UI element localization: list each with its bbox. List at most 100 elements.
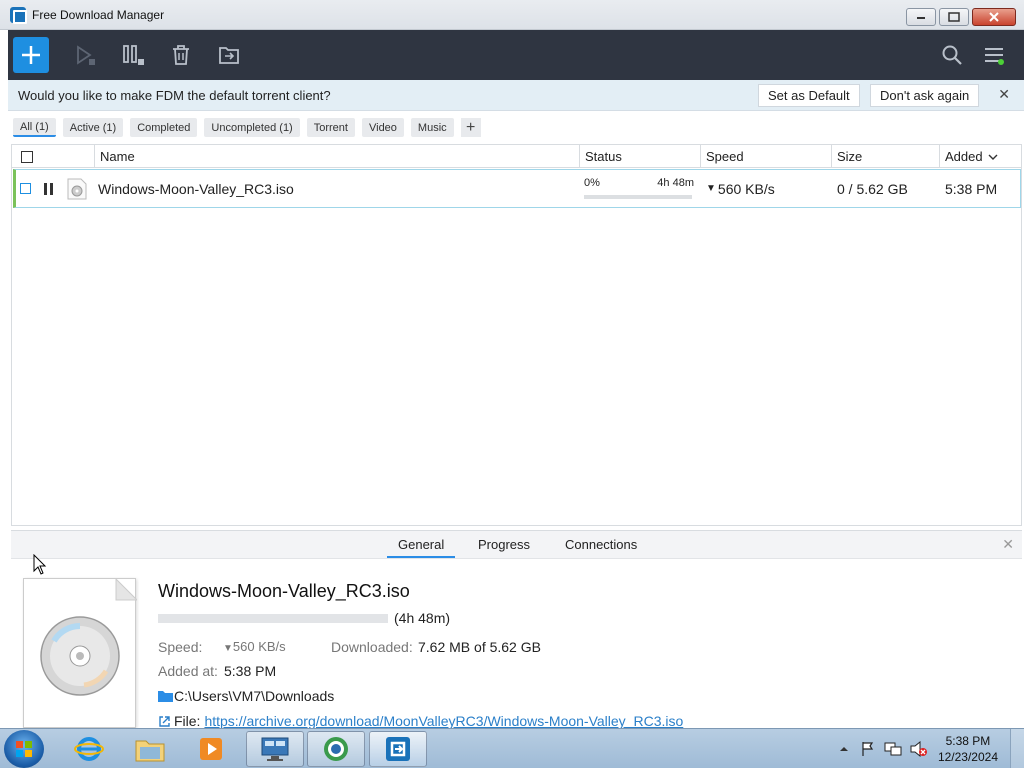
delete-button[interactable] xyxy=(169,43,193,67)
window-controls xyxy=(906,8,1016,26)
close-icon xyxy=(989,12,999,22)
file-label: File: xyxy=(174,713,201,729)
show-hidden-icons-icon[interactable] xyxy=(838,744,850,754)
details-close-icon[interactable]: ✕ xyxy=(1002,536,1014,553)
pause-icon xyxy=(44,182,53,195)
show-desktop-button[interactable] xyxy=(1010,729,1024,768)
column-size[interactable]: Size xyxy=(831,145,939,168)
tab-connections[interactable]: Connections xyxy=(565,537,637,552)
row-file-icon xyxy=(67,170,87,207)
system-tray: 5:38 PM 12/23/2024 xyxy=(838,729,1024,768)
tab-progress[interactable]: Progress xyxy=(478,537,530,552)
banner-close-icon[interactable]: ✕ xyxy=(998,86,1010,103)
menu-icon xyxy=(985,48,1004,65)
sort-desc-icon xyxy=(988,154,998,160)
row-status-time: 4h 48m xyxy=(657,177,694,189)
details-file-title: Windows-Moon-Valley_RC3.iso xyxy=(158,581,410,601)
speed-down-arrow-icon: ▼ xyxy=(706,183,716,194)
downloaded-value: 7.62 MB of 5.62 GB xyxy=(418,639,541,655)
details-time-left: (4h 48m) xyxy=(394,610,451,626)
folder-icon xyxy=(135,740,165,762)
external-link-icon xyxy=(159,715,170,727)
start-button[interactable] xyxy=(4,730,44,768)
internet-explorer-icon xyxy=(74,737,104,761)
column-added[interactable]: Added xyxy=(939,145,1021,168)
tab-active[interactable]: Active (1) xyxy=(62,118,124,137)
filter-tabs: All (1) Active (1) Completed Uncompleted… xyxy=(8,111,1024,144)
taskbar-media-player[interactable] xyxy=(182,731,240,767)
row-speed-value: 560 KB/s xyxy=(717,180,775,197)
added-at-label: Added at: xyxy=(158,663,218,679)
maximize-button[interactable] xyxy=(939,8,969,26)
add-download-button[interactable] xyxy=(13,37,49,73)
tab-general[interactable]: General xyxy=(387,537,456,558)
add-tab-button[interactable]: + xyxy=(460,118,481,137)
monitor-icon xyxy=(261,737,289,761)
row-progress-bar xyxy=(584,195,692,199)
taskbar-remote-desktop[interactable] xyxy=(246,731,304,767)
downloaded-label: Downloaded: xyxy=(331,639,413,655)
taskbar-free-download-manager[interactable] xyxy=(369,731,427,767)
minimize-icon xyxy=(917,17,925,19)
save-folder-row[interactable]: C:\Users\VM7\Downloads xyxy=(158,688,334,704)
fdm-app-icon xyxy=(10,6,27,24)
folder-icon xyxy=(158,691,173,702)
action-center-flag-icon[interactable] xyxy=(860,741,876,757)
column-speed[interactable]: Speed xyxy=(700,145,831,168)
tab-music[interactable]: Music xyxy=(410,118,454,137)
added-at-value: 5:38 PM xyxy=(224,663,277,679)
taskbar-file-explorer[interactable] xyxy=(121,731,179,767)
column-status[interactable]: Status xyxy=(579,145,700,168)
globe-icon xyxy=(324,737,348,761)
clock-time: 5:38 PM xyxy=(945,734,991,748)
row-added: 5:38 PM xyxy=(945,180,998,197)
media-player-icon xyxy=(200,738,222,760)
windows-logo-icon xyxy=(16,741,32,757)
downloads-table: Name Status Speed Size Added Windows-Moo… xyxy=(11,144,1022,526)
save-folder-path: C:\Users\VM7\Downloads xyxy=(174,688,335,704)
tab-video[interactable]: Video xyxy=(361,118,404,137)
minimize-button[interactable] xyxy=(906,8,936,26)
close-button[interactable] xyxy=(972,8,1016,26)
speed-label: Speed: xyxy=(158,639,203,655)
main-menu-button[interactable] xyxy=(982,43,1006,67)
tab-uncompleted[interactable]: Uncompleted (1) xyxy=(204,118,300,137)
banner-message: Would you like to make FDM the default t… xyxy=(18,87,331,103)
pause-icon xyxy=(123,45,144,65)
tab-completed[interactable]: Completed xyxy=(130,118,198,137)
file-link-row: File: https://archive.org/download/MoonV… xyxy=(158,713,683,729)
play-icon xyxy=(77,45,95,65)
file-url-link[interactable]: https://archive.org/download/MoonValleyR… xyxy=(204,713,683,729)
speed-down-arrow-icon: ▼ xyxy=(223,643,233,654)
move-folder-icon xyxy=(219,47,239,64)
details-progress-bar xyxy=(158,614,388,623)
speed-value-text: 560 KB/s xyxy=(232,639,286,654)
select-all-checkbox[interactable] xyxy=(21,150,33,163)
system-clock[interactable]: 5:38 PM 12/23/2024 xyxy=(938,733,998,765)
resume-button[interactable] xyxy=(73,43,97,67)
network-icon[interactable] xyxy=(884,741,902,757)
table-row[interactable]: Windows-Moon-Valley_RC3.iso 0% 4h 48m ▼ … xyxy=(13,169,1021,208)
main-toolbar xyxy=(8,30,1024,80)
tab-torrent[interactable]: Torrent xyxy=(306,118,355,137)
taskbar-torrent-app[interactable] xyxy=(307,731,365,767)
default-client-banner: Would you like to make FDM the default t… xyxy=(8,80,1024,111)
row-status-percent: 0% xyxy=(584,177,600,189)
dont-ask-again-button[interactable]: Don't ask again xyxy=(870,84,980,107)
taskbar-internet-explorer[interactable] xyxy=(60,731,118,767)
pause-button[interactable] xyxy=(121,43,145,67)
column-name[interactable]: Name xyxy=(94,145,579,168)
tab-all[interactable]: All (1) xyxy=(13,118,56,137)
column-added-label: Added xyxy=(945,149,983,164)
fdm-app-icon xyxy=(386,737,410,761)
row-checkbox[interactable] xyxy=(20,183,31,194)
row-size: 0 / 5.62 GB xyxy=(837,180,908,197)
select-all-cell xyxy=(12,145,94,168)
plus-icon xyxy=(22,46,40,64)
search-button[interactable] xyxy=(940,43,964,67)
move-to-folder-button[interactable] xyxy=(217,43,241,67)
row-pause-button[interactable] xyxy=(42,170,56,207)
details-tabs: General Progress Connections ✕ xyxy=(11,531,1022,559)
set-as-default-button[interactable]: Set as Default xyxy=(758,84,860,107)
volume-muted-icon[interactable] xyxy=(910,741,928,757)
